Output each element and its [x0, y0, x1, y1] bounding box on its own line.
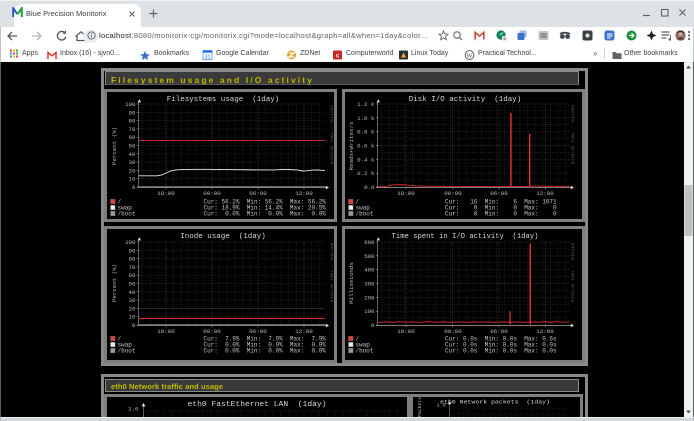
- svg-text:0.0: 0.0: [364, 184, 375, 191]
- svg-text:18:00: 18:00: [397, 190, 415, 197]
- svg-text:18:00: 18:00: [157, 328, 175, 335]
- svg-text:RRDTOOL / TOBI OETIKER: RRDTOOL / TOBI OETIKER: [570, 243, 575, 303]
- svg-text:1.0 k: 1.0 k: [357, 115, 375, 122]
- svg-text:Filesystems usage (1day): Filesystems usage (1day): [167, 96, 280, 104]
- svg-text:0: 0: [371, 322, 375, 329]
- svg-text:90: 90: [129, 247, 136, 254]
- svg-text:1.0: 1.0: [128, 406, 139, 413]
- svg-text:Milliseconds: Milliseconds: [348, 262, 355, 304]
- svg-text:12:00: 12:00: [536, 328, 554, 335]
- svg-text:70: 70: [129, 126, 136, 133]
- svg-text:W: W: [466, 52, 473, 59]
- svg-text:/boot: /boot: [356, 211, 374, 218]
- svg-text:/boot: /boot: [118, 348, 136, 355]
- svg-text:60: 60: [129, 134, 136, 141]
- svg-text:0: 0: [132, 322, 136, 329]
- svg-text:40: 40: [129, 151, 136, 158]
- svg-text:RRDTOOL / TOBI OETIKER: RRDTOOL / TOBI OETIKER: [329, 243, 334, 303]
- svg-text:40: 40: [129, 289, 136, 296]
- svg-text:06:00: 06:00: [249, 328, 267, 335]
- svg-text:eth0 Network packets (1day): eth0 Network packets (1day): [440, 399, 550, 406]
- svg-text:80: 80: [129, 256, 136, 263]
- svg-text:30: 30: [129, 159, 136, 166]
- svg-text:Cur: 0.0% Min: 0.0% Max:: Cur: 0.0% Min: 0.0% Max: 0.0%: [204, 348, 327, 355]
- svg-text:90: 90: [129, 109, 136, 116]
- svg-text:31: 31: [204, 54, 210, 60]
- svg-text:0: 0: [132, 184, 136, 191]
- svg-text:00:00: 00:00: [444, 190, 462, 197]
- svg-text:RRDTOOL / TOBI OETIKER: RRDTOOL / TOBI OETIKER: [329, 105, 334, 165]
- svg-text:Reads+Writes/s: Reads+Writes/s: [348, 122, 355, 171]
- svg-text:Cur: 0.0s Min: 0.0s Max: 0.0: Cur: 0.0s Min: 0.0s Max: 0.0s: [445, 348, 557, 355]
- svg-text:100: 100: [125, 101, 136, 108]
- svg-text:50: 50: [129, 281, 136, 288]
- svg-text:400: 400: [364, 267, 375, 274]
- svg-text:12:00: 12:00: [295, 328, 313, 335]
- svg-text:Packets/s: Packets/s: [417, 397, 423, 417]
- svg-text:06:00: 06:00: [249, 190, 267, 197]
- svg-text:/boot: /boot: [356, 348, 374, 355]
- svg-text:100: 100: [364, 308, 375, 315]
- svg-text:18:00: 18:00: [397, 328, 415, 335]
- svg-text:80: 80: [129, 118, 136, 125]
- svg-text:60: 60: [129, 272, 136, 279]
- svg-text:Cur: 0 Min: 0 Max:: Cur: 0 Min: 0 Max: 0: [445, 211, 557, 218]
- svg-text:100: 100: [125, 239, 136, 246]
- svg-text:50: 50: [129, 143, 136, 150]
- svg-text:12:00: 12:00: [295, 190, 313, 197]
- svg-text:/boot: /boot: [118, 211, 136, 218]
- svg-text:12:00: 12:00: [536, 190, 554, 197]
- svg-text:0.8 k: 0.8 k: [357, 129, 375, 136]
- svg-text:30: 30: [129, 297, 136, 304]
- svg-text:Cur: 0.0% Min: 0.0% Max:: Cur: 0.0% Min: 0.0% Max: 0.0%: [204, 211, 327, 218]
- svg-text:06:00: 06:00: [490, 190, 508, 197]
- svg-text:600: 600: [364, 239, 375, 246]
- svg-text:1.2 k: 1.2 k: [357, 101, 375, 108]
- svg-text:0.2 k: 0.2 k: [357, 170, 375, 177]
- svg-text:Percent (%): Percent (%): [111, 127, 118, 165]
- svg-text:10: 10: [129, 176, 136, 183]
- svg-text:eth0 FastEthernet LAN (1day): eth0 FastEthernet LAN (1day): [188, 401, 327, 409]
- svg-text:10: 10: [129, 314, 136, 321]
- svg-text:300: 300: [364, 281, 375, 288]
- svg-text:06:00: 06:00: [490, 328, 508, 335]
- svg-text:00:00: 00:00: [203, 190, 221, 197]
- svg-text:RRDTOOL / TOBI OETIKER: RRDTOOL / TOBI OETIKER: [570, 105, 575, 165]
- svg-text:00:00: 00:00: [203, 328, 221, 335]
- svg-text:Percent (%): Percent (%): [111, 264, 118, 302]
- svg-text:200: 200: [364, 294, 375, 301]
- svg-text:0.4 k: 0.4 k: [357, 156, 375, 163]
- svg-text:1.0: 1.0: [437, 403, 446, 409]
- svg-text:Disk I/O activity (1day): Disk I/O activity (1day): [409, 96, 522, 104]
- svg-text:18:00: 18:00: [157, 190, 175, 197]
- svg-text:00:00: 00:00: [444, 328, 462, 335]
- svg-text:Inode usage (1day): Inode usage (1day): [180, 233, 266, 241]
- svg-text:20: 20: [129, 167, 136, 174]
- svg-text:20: 20: [129, 305, 136, 312]
- svg-text:Time spent in I/O activity (1: Time spent in I/O activity (1day): [392, 233, 539, 241]
- svg-text:500: 500: [364, 253, 375, 260]
- svg-text:70: 70: [129, 264, 136, 271]
- svg-text:0.6 k: 0.6 k: [357, 143, 375, 150]
